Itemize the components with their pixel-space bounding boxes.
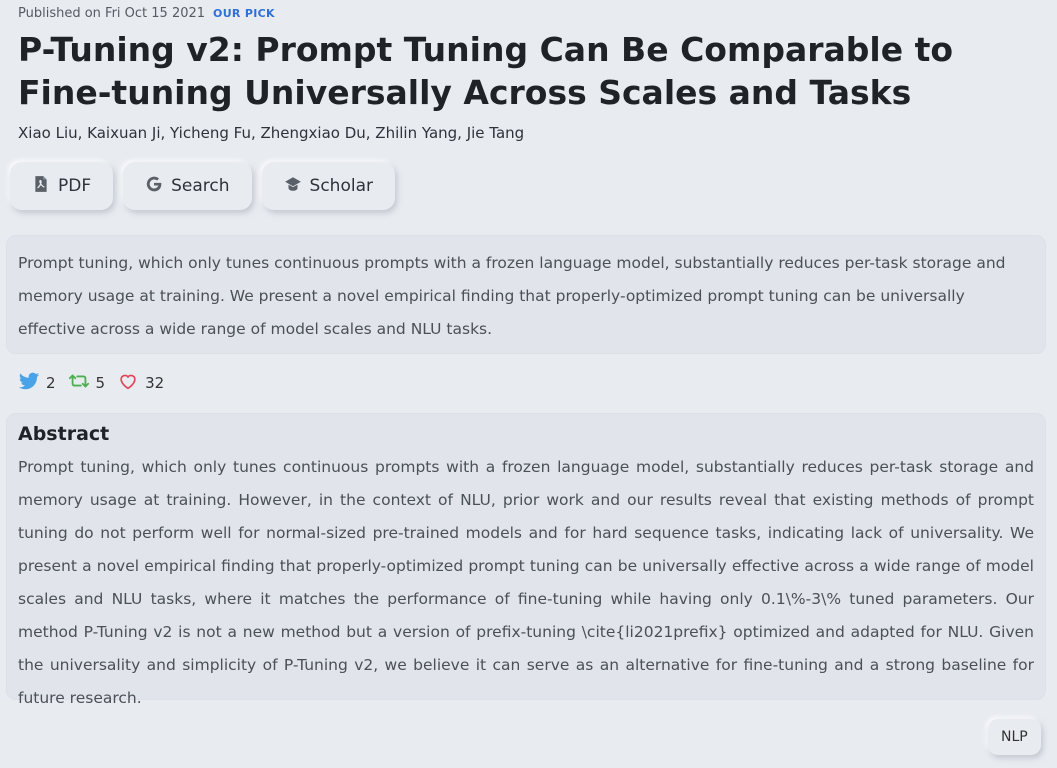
search-button[interactable]: Search xyxy=(123,162,252,210)
google-icon xyxy=(145,175,163,198)
like-count-value: 32 xyxy=(145,374,165,392)
heart-icon xyxy=(117,370,139,396)
pdf-button[interactable]: PDF xyxy=(10,162,114,210)
action-buttons: PDF Search Scholar xyxy=(10,162,395,210)
abstract-text: Prompt tuning, which only tunes continuo… xyxy=(18,458,1034,707)
retweet-count-value: 5 xyxy=(95,374,106,392)
scholar-icon xyxy=(284,175,302,198)
abstract-heading: Abstract xyxy=(18,423,110,445)
summary-text: Prompt tuning, which only tunes continuo… xyxy=(18,254,1006,338)
our-pick-badge: OUR PICK xyxy=(213,7,275,20)
twitter-icon xyxy=(18,370,40,396)
pdf-button-label: PDF xyxy=(58,176,92,196)
file-pdf-icon xyxy=(32,175,50,198)
paper-page: Published on Fri Oct 15 2021 OUR PICK P-… xyxy=(0,0,1057,768)
scholar-button[interactable]: Scholar xyxy=(261,162,395,210)
scholar-button-label: Scholar xyxy=(309,176,373,196)
abstract-card: Abstract Prompt tuning, which only tunes… xyxy=(6,413,1046,707)
like-count[interactable]: 32 xyxy=(117,370,164,396)
paper-authors: Xiao Liu, Kaixuan Ji, Yicheng Fu, Zhengx… xyxy=(18,124,525,142)
tweet-count-value: 2 xyxy=(46,374,56,392)
tweet-count[interactable]: 2 xyxy=(18,370,56,396)
tag-nlp[interactable]: NLP xyxy=(988,719,1041,755)
social-stats: 2 5 32 xyxy=(18,370,164,396)
retweet-count[interactable]: 5 xyxy=(68,370,106,396)
publish-meta: Published on Fri Oct 15 2021 OUR PICK xyxy=(18,6,275,21)
paper-title: P-Tuning v2: Prompt Tuning Can Be Compar… xyxy=(18,30,954,112)
published-date: Published on Fri Oct 15 2021 xyxy=(18,6,206,21)
retweet-icon xyxy=(68,370,90,396)
search-button-label: Search xyxy=(171,176,230,196)
summary-card: Prompt tuning, which only tunes continuo… xyxy=(6,235,1046,354)
